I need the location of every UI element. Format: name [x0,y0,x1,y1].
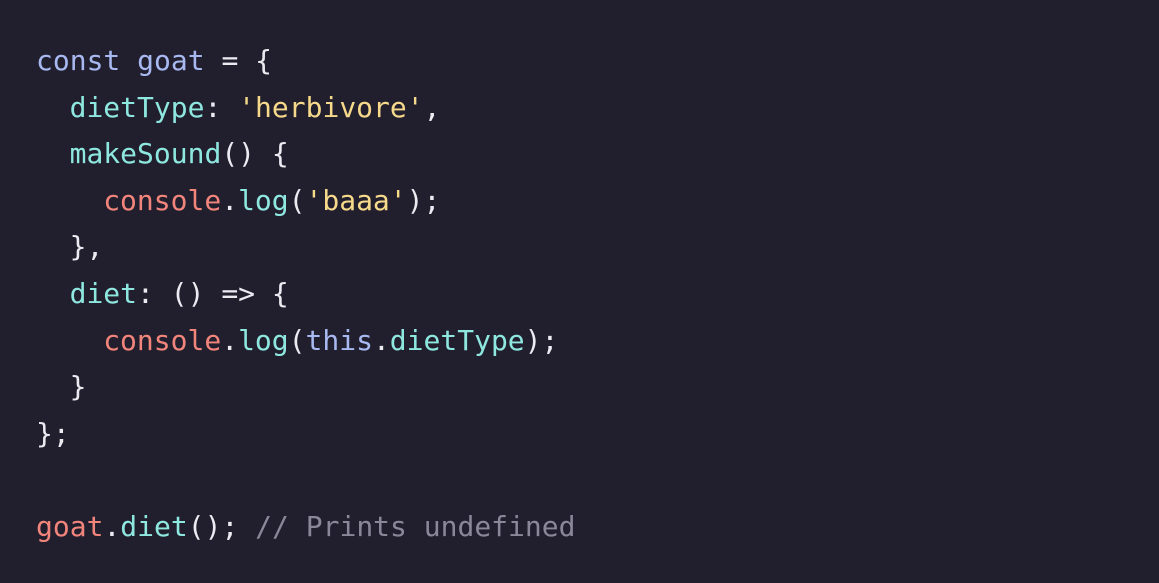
object-console: console [103,323,222,357]
method-diet: diet [120,509,188,543]
punctuation: ); [524,323,559,357]
punctuation: , [423,90,441,124]
punctuation: . [103,509,121,543]
method-makesound: makeSound [69,137,222,171]
code-line: }, [36,224,1159,271]
code-line: } [36,364,1159,411]
code-line: goat.diet(); // Prints undefined [36,504,1159,551]
string-literal: 'herbivore' [238,90,424,124]
punctuation: . [372,323,390,357]
punctuation: : [204,90,239,124]
punctuation: . [221,323,239,357]
punctuation: ( [288,323,306,357]
punctuation: ( [288,183,306,217]
punctuation: }, [69,230,104,264]
punctuation: = { [204,44,273,77]
property-diet: diet [69,276,138,310]
punctuation: : () => { [137,276,289,310]
function-log: log [238,323,289,357]
comment: // Prints undefined [255,509,576,543]
code-line: diet: () => { [36,271,1159,318]
punctuation: ); [406,183,441,217]
variable-goat: goat [137,44,205,77]
property-diettype: dietType [389,323,525,357]
punctuation: (); [187,509,256,543]
code-line: dietType: 'herbivore', [36,85,1159,132]
code-line: }; [36,411,1159,458]
keyword-const: const [36,44,121,77]
code-line: console.log(this.dietType); [36,318,1159,365]
punctuation: () { [221,137,289,171]
keyword-this: this [305,323,373,357]
property-diettype: dietType [69,90,205,124]
string-literal: 'baaa' [305,183,407,217]
variable-goat: goat [36,509,104,543]
function-log: log [238,183,289,217]
code-block: const goat = { dietType: 'herbivore', ma… [0,0,1159,583]
punctuation: } [69,370,87,404]
punctuation: }; [36,416,70,450]
object-console: console [103,183,222,217]
code-line: console.log('baaa'); [36,178,1159,225]
code-line: const goat = { [36,38,1159,85]
punctuation: . [221,183,239,217]
code-line: makeSound() { [36,131,1159,178]
